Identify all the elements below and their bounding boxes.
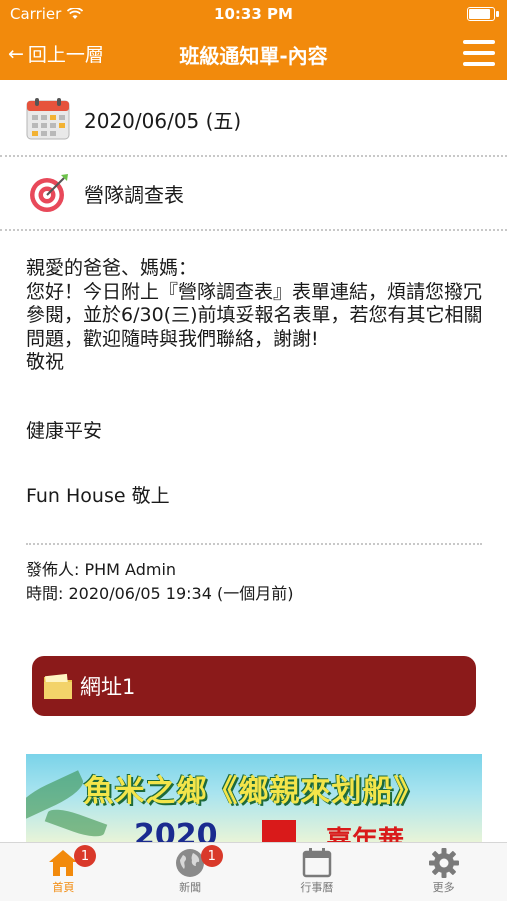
banner-year: 2020 — [134, 818, 218, 842]
notice-signature: Fun House 敬上 — [26, 485, 170, 507]
event-banner-image[interactable]: 魚米之鄉《鄉親來划船》 2020 嘉年華 — [26, 754, 482, 842]
tab-calendar-label: 行事曆 — [300, 881, 334, 894]
notice-date: 2020/06/05 (五) — [84, 108, 242, 133]
link-button-label: 網址1 — [80, 675, 136, 699]
subject-row: 營隊調查表 — [0, 170, 507, 216]
date-row: 2020/06/05 (五) — [0, 96, 507, 142]
link-button-1[interactable]: 網址1 — [32, 656, 476, 716]
tab-home-label: 首頁 — [52, 881, 75, 894]
tab-calendar[interactable]: 行事曆 — [254, 843, 381, 901]
tab-news-badge: 1 — [200, 845, 223, 867]
page-title: 班級通知單-內容 — [179, 44, 328, 68]
hamburger-menu-button[interactable] — [463, 40, 495, 66]
target-icon — [30, 174, 68, 212]
calendar-icon — [302, 848, 332, 878]
app-header: Carrier 10:33 PM ← 回上一層 班級通知單-內容 — [0, 0, 507, 80]
tab-home-badge: 1 — [74, 845, 96, 867]
publish-time-label: 時間: 2020/06/05 19:34 (一個月前) — [26, 584, 294, 603]
folder-icon — [44, 673, 72, 699]
notice-closing: 健康平安 — [26, 420, 103, 442]
banner-tail: 嘉年華 — [326, 826, 405, 842]
divider — [26, 543, 482, 545]
divider — [0, 229, 507, 231]
tab-home[interactable]: 首頁 1 — [0, 843, 127, 901]
tab-news-label: 新聞 — [179, 881, 202, 894]
tab-news[interactable]: 新聞 1 — [127, 843, 254, 901]
tab-more[interactable]: 更多 — [380, 843, 507, 901]
gear-icon — [428, 848, 459, 878]
menu-line-icon — [463, 62, 495, 66]
banner-title: 魚米之鄉《鄉親來划船》 — [83, 774, 425, 809]
menu-line-icon — [463, 40, 495, 44]
calendar-icon — [26, 98, 70, 140]
notice-body: 親愛的爸爸、媽媽： 您好！今日附上『營隊調查表』表單連結，煩請您撥冗參閱，並於6… — [26, 257, 483, 373]
nav-bar: ← 回上一層 班級通知單-內容 — [0, 28, 507, 80]
notice-subject: 營隊調查表 — [84, 182, 184, 207]
divider — [0, 155, 507, 157]
banner-red-block — [262, 820, 296, 842]
status-bar: Carrier 10:33 PM — [0, 0, 507, 28]
battery-icon — [467, 7, 499, 21]
tab-bar: 首頁 1 新聞 1 行事曆 更多 — [0, 842, 507, 901]
publisher-label: 發佈人: PHM Admin — [26, 560, 177, 579]
battery-fill — [469, 9, 490, 19]
menu-line-icon — [463, 51, 495, 55]
status-time: 10:33 PM — [214, 5, 293, 23]
tab-more-label: 更多 — [432, 881, 455, 894]
